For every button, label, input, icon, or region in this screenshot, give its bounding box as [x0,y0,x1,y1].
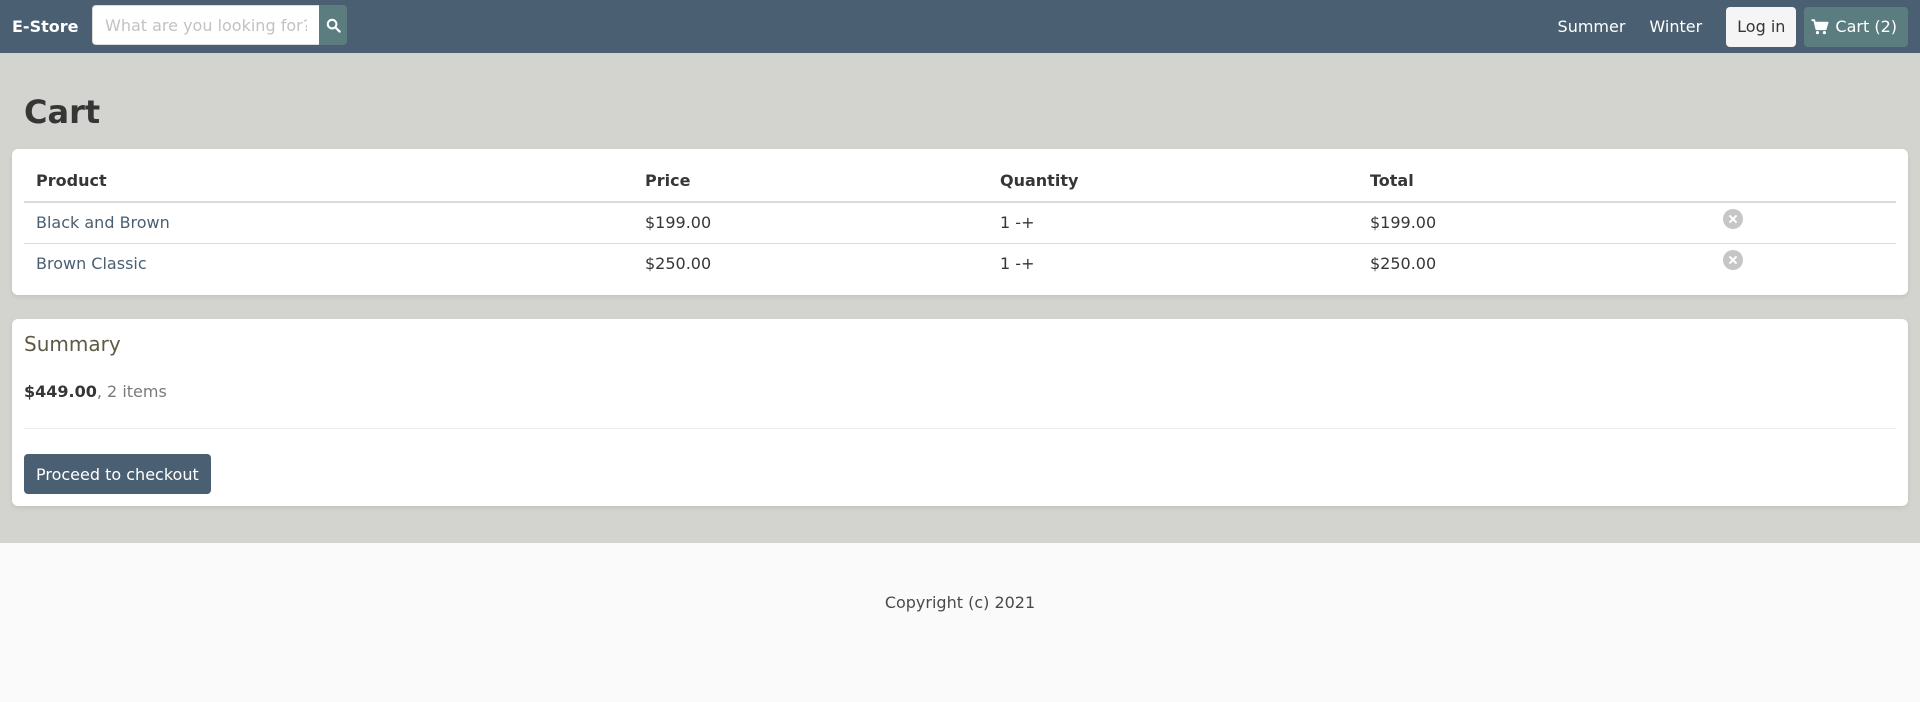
nav-right: Summer Winter Log in Cart (2) [1546,0,1908,53]
nav-link-winter[interactable]: Winter [1637,17,1714,36]
main-section: Cart Product Price Quantity Total Black … [0,53,1920,543]
search-bar [92,5,347,45]
quantity-value: 1 [1000,254,1011,274]
table-row: Brown Classic $250.00 1 -+ $250.00 [24,243,1896,284]
cart-icon [1811,18,1829,34]
price-cell: $199.00 [633,202,988,244]
increment-button[interactable]: + [1021,213,1034,232]
summary-title: Summary [24,332,121,356]
total-cell: $199.00 [1358,202,1711,244]
column-header-actions [1711,159,1896,203]
search-input[interactable] [92,5,319,45]
actions-cell [1711,243,1896,284]
column-header-product: Product [24,159,633,203]
search-button[interactable] [319,5,347,45]
cart-table: Product Price Quantity Total Black and B… [24,159,1896,284]
remove-item-icon[interactable] [1723,208,1743,229]
total-cell: $250.00 [1370,254,1437,274]
actions-cell [1711,202,1896,244]
summary-card: Summary $449.00, 2 items Proceed to chec… [12,319,1908,506]
nav-link-summer[interactable]: Summer [1546,17,1638,36]
product-link[interactable]: Black and Brown [36,213,170,232]
column-header-price: Price [633,159,988,203]
brand-logo[interactable]: E-Store [12,17,92,36]
remove-item-icon[interactable] [1723,249,1743,270]
product-link[interactable]: Brown Classic [36,254,147,273]
column-header-quantity: Quantity [988,159,1358,203]
increment-button[interactable]: + [1021,254,1034,273]
quantity-value: 1 [1000,213,1011,233]
summary-divider [24,428,1896,429]
checkout-button[interactable]: Proceed to checkout [24,454,211,494]
cart-button-label: Cart (2) [1835,17,1897,36]
cart-button[interactable]: Cart (2) [1804,6,1908,47]
table-header-row: Product Price Quantity Total [24,159,1896,203]
login-button[interactable]: Log in [1726,6,1797,47]
summary-line: $449.00, 2 items [24,382,167,401]
summary-item-count: , 2 items [96,382,167,401]
copyright-text: Copyright (c) 2021 [884,593,1036,612]
column-header-total: Total [1358,159,1711,203]
page-title: Cart [24,93,101,131]
price-cell: $250.00 [645,254,712,274]
footer: Copyright (c) 2021 [0,543,1920,702]
quantity-cell: 1 -+ [988,202,1358,244]
navbar: E-Store Summer Winter Log in Cart (2) [0,0,1920,53]
cart-card: Product Price Quantity Total Black and B… [12,149,1908,295]
table-row: Black and Brown $199.00 1 -+ $199.00 [24,202,1896,244]
quantity-cell: 1 -+ [988,243,1358,284]
search-icon [326,18,341,33]
summary-total: $449.00 [24,382,97,401]
